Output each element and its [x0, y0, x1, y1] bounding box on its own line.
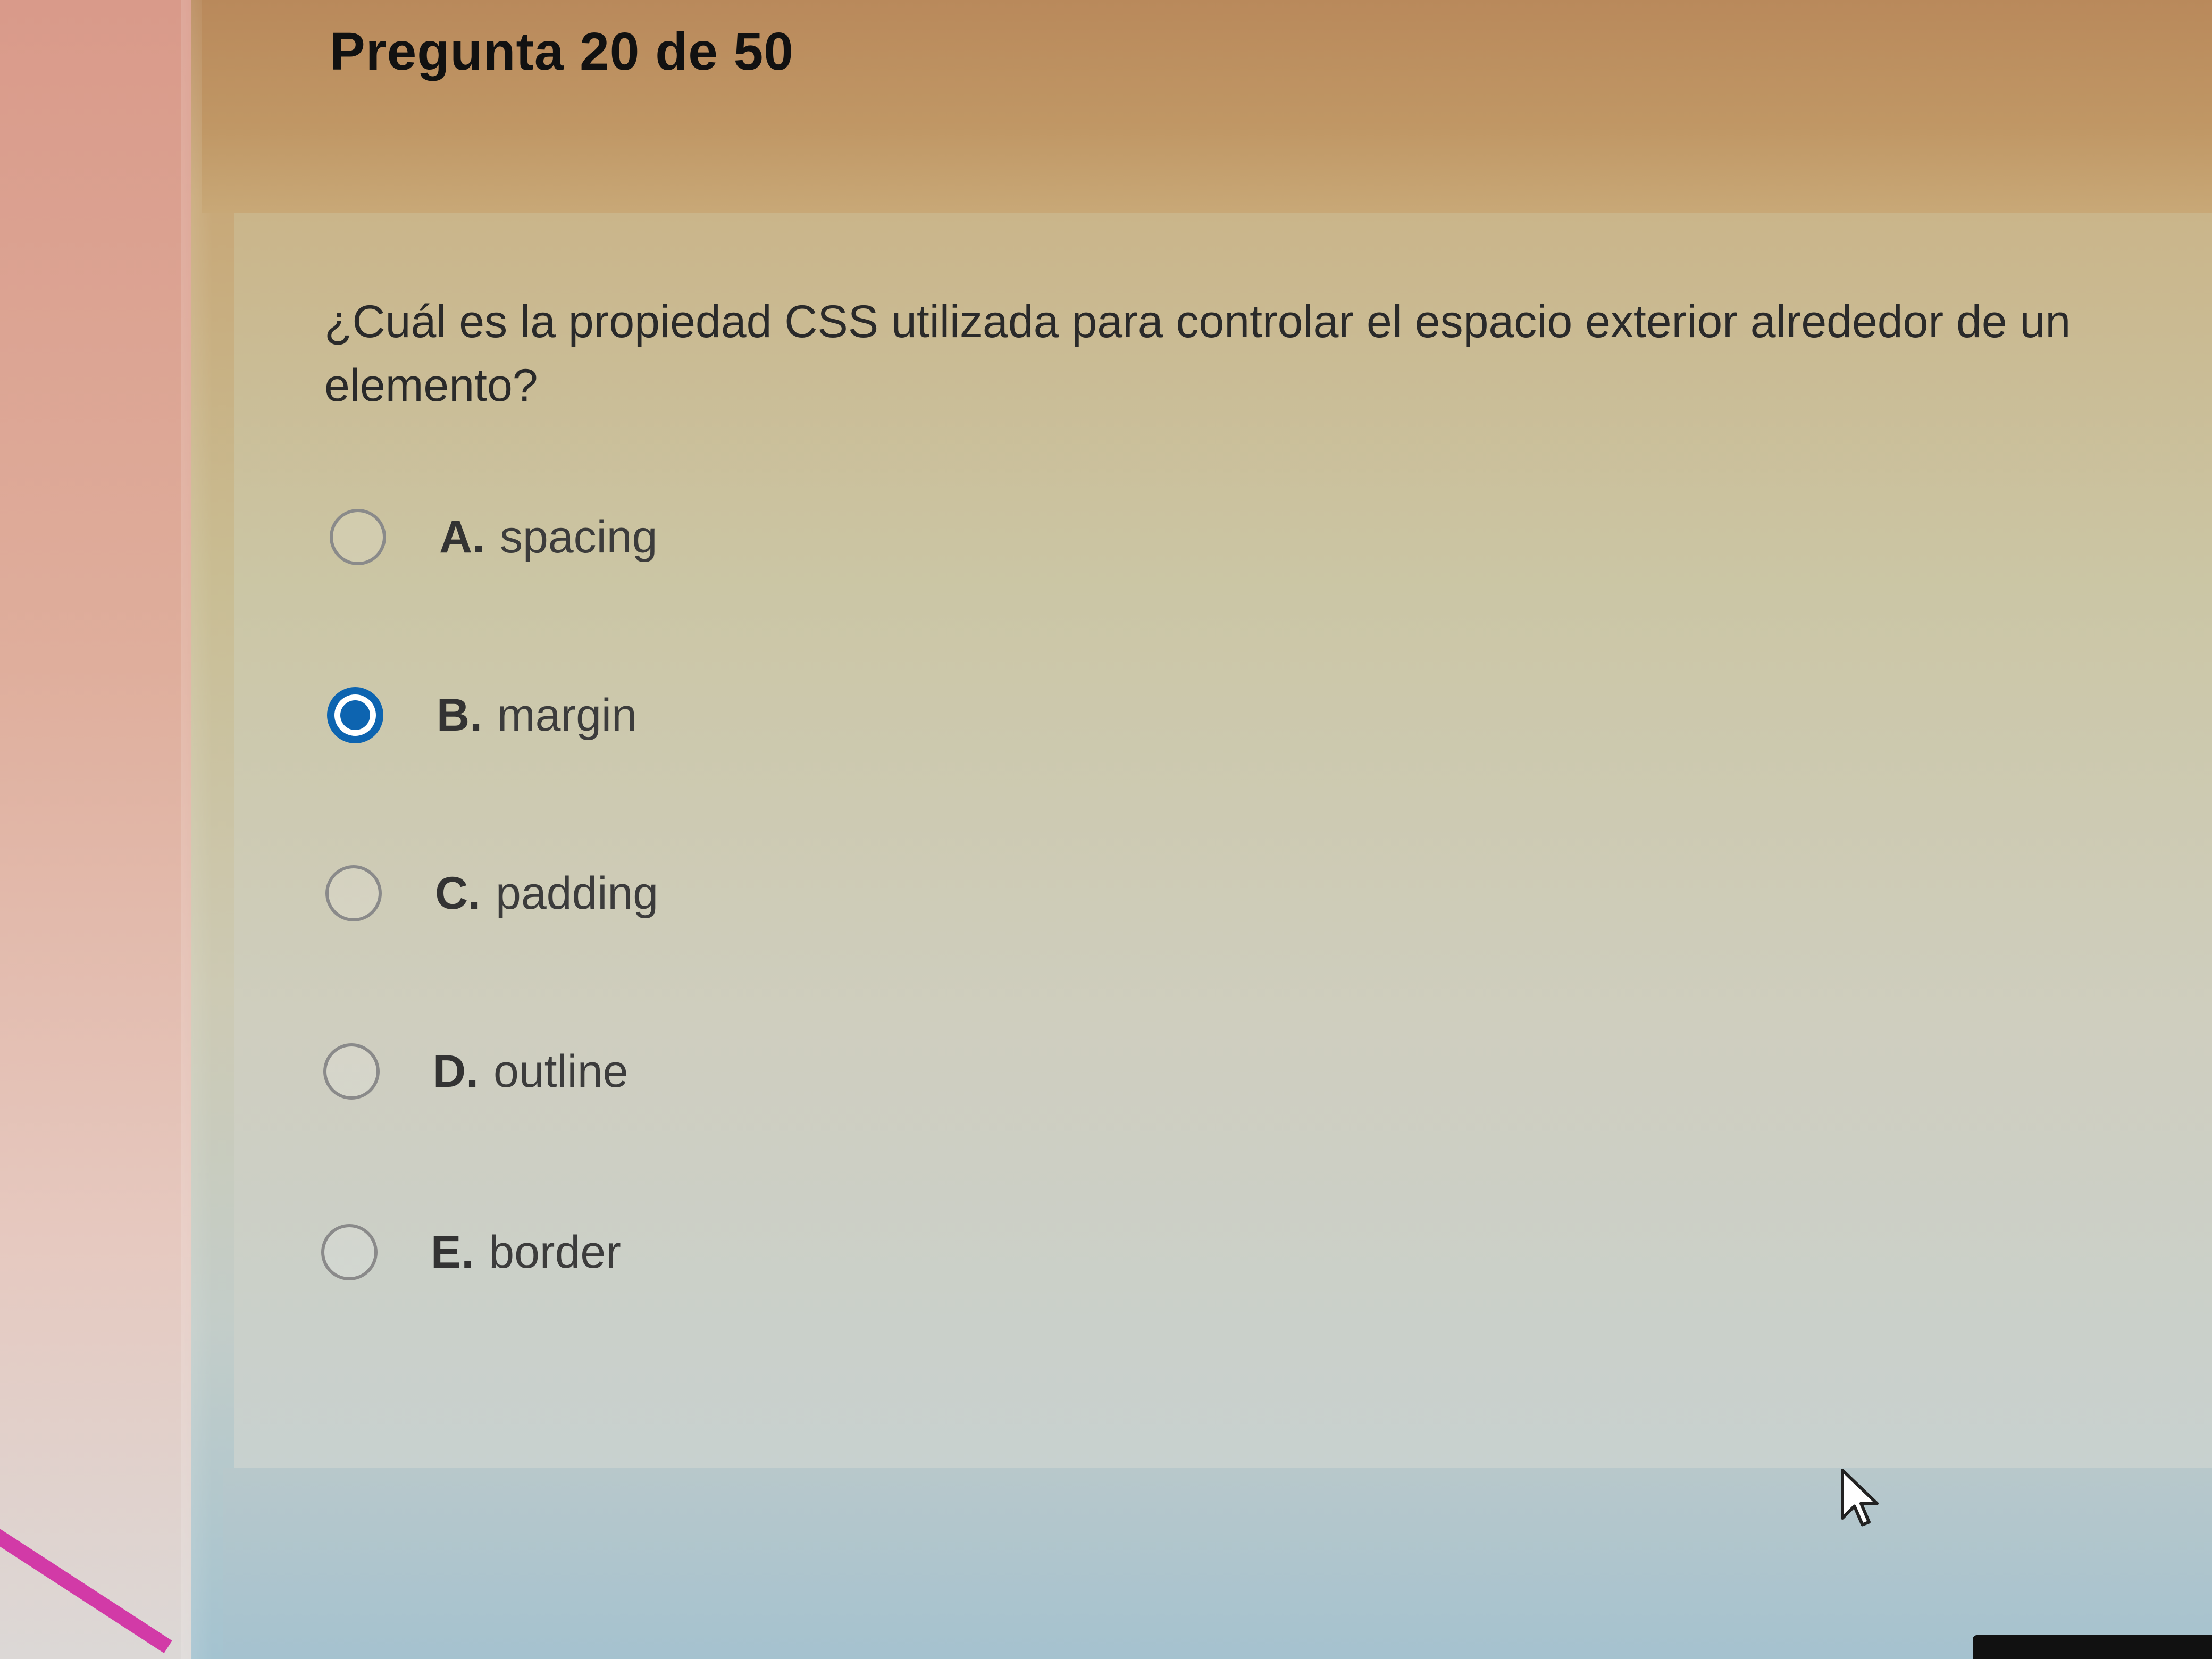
option-b[interactable]: B. margin	[327, 681, 637, 750]
radio-option-a[interactable]	[330, 509, 386, 565]
radio-option-c[interactable]	[325, 865, 382, 921]
option-label: spacing	[500, 511, 658, 563]
option-letter: A.	[439, 511, 485, 563]
bottom-right-bar	[1973, 1635, 2212, 1659]
option-c[interactable]: C. padding	[325, 859, 658, 928]
option-letter: C.	[435, 867, 481, 919]
radio-option-d[interactable]	[323, 1043, 380, 1100]
radio-option-e[interactable]	[321, 1224, 378, 1280]
option-letter: B.	[437, 689, 482, 741]
option-letter: D.	[433, 1045, 479, 1097]
radio-option-b[interactable]	[327, 687, 383, 743]
option-a[interactable]: A. spacing	[330, 502, 657, 572]
radio-selected-dot	[340, 700, 370, 730]
option-d[interactable]: D. outline	[323, 1037, 628, 1106]
page-title: Pregunta 20 de 50	[330, 22, 794, 81]
option-label: outline	[493, 1045, 629, 1097]
left-divider	[181, 0, 213, 1659]
option-letter: E.	[431, 1226, 474, 1278]
option-label: border	[489, 1226, 621, 1278]
option-label: margin	[497, 689, 637, 741]
option-e[interactable]: E. border	[321, 1218, 621, 1287]
option-label: padding	[496, 867, 659, 919]
question-text: ¿Cuál es la propiedad CSS utilizada para…	[324, 296, 2071, 411]
left-gutter	[0, 0, 191, 1659]
footer-area	[223, 1468, 2212, 1659]
mouse-pointer-icon	[1840, 1468, 1882, 1534]
